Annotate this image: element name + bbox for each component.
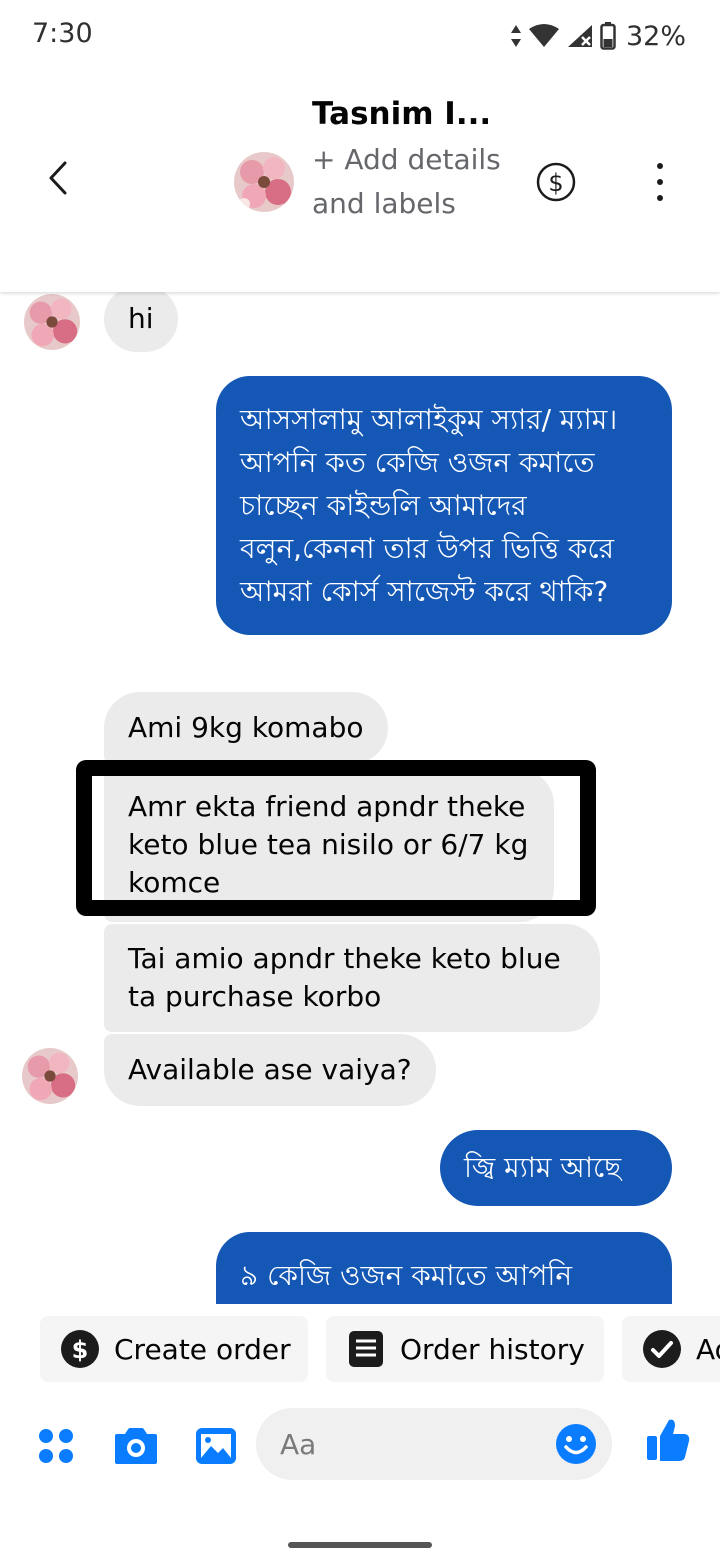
message-composer	[0, 1396, 720, 1496]
flower-avatar-image	[22, 1048, 78, 1104]
check-circle-icon	[642, 1329, 682, 1369]
like-button[interactable]	[644, 1416, 692, 1464]
cell-signal-icon	[567, 25, 592, 47]
outgoing-message[interactable]: ৯ কেজি ওজন কমাতে আপনি	[216, 1232, 672, 1304]
contact-name[interactable]: Tasnim I...	[312, 96, 491, 132]
flower-avatar-image	[24, 294, 80, 350]
gallery-icon	[196, 1428, 236, 1464]
dollar-circle-icon: $	[60, 1329, 100, 1369]
svg-text:$: $	[548, 169, 563, 197]
payment-button[interactable]: $	[534, 160, 578, 204]
emoji-icon	[556, 1424, 596, 1464]
incoming-message[interactable]: Available ase vaiya?	[104, 1034, 436, 1106]
more-vertical-icon	[657, 163, 663, 169]
add-details-link[interactable]: + Add details and labels	[312, 138, 512, 226]
incoming-message[interactable]: Ami 9kg komabo	[104, 692, 388, 764]
quick-actions-bar[interactable]: $ Create order Order history Ad	[0, 1304, 720, 1396]
back-button[interactable]	[30, 150, 86, 206]
create-order-label: Create order	[114, 1332, 291, 1366]
more-options-button[interactable]	[640, 158, 680, 206]
svg-text:$: $	[72, 1336, 89, 1364]
contact-avatar-small[interactable]	[24, 294, 80, 350]
battery-icon	[600, 22, 616, 50]
order-history-label: Order history	[400, 1332, 585, 1366]
ad-label: Ad	[696, 1332, 720, 1366]
incoming-message[interactable]: hi	[104, 292, 178, 352]
message-list[interactable]: hi আসসালামু আলাইকুম স্যার/ ম্যাম। আপনি ক…	[0, 292, 720, 1304]
incoming-message[interactable]: Tai amio apndr theke keto blue ta purcha…	[104, 924, 600, 1032]
highlight-annotation-box	[76, 760, 596, 916]
flower-avatar-image	[234, 152, 294, 212]
emoji-button[interactable]	[554, 1422, 598, 1466]
thumbs-up-icon	[647, 1419, 690, 1461]
chevron-left-icon	[49, 161, 67, 195]
contact-avatar-small[interactable]	[22, 1048, 78, 1104]
home-indicator[interactable]	[288, 1542, 432, 1548]
conversation-header: Tasnim I... + Add details and labels $	[0, 72, 720, 292]
create-order-chip[interactable]: $ Create order	[40, 1316, 308, 1382]
message-input[interactable]	[280, 1422, 540, 1466]
camera-button[interactable]	[112, 1422, 160, 1470]
apps-grid-icon	[39, 1429, 73, 1463]
receipt-list-icon	[346, 1329, 386, 1369]
ad-chip[interactable]: Ad	[622, 1316, 720, 1382]
outgoing-message[interactable]: জ্বি ম্যাম আছে	[440, 1130, 672, 1206]
wifi-icon	[528, 24, 559, 47]
message-input-field[interactable]	[256, 1408, 612, 1480]
battery-percent: 32%	[625, 20, 686, 52]
contact-avatar[interactable]	[234, 152, 294, 212]
status-icons: 32%	[510, 18, 686, 54]
data-arrows-icon	[510, 25, 521, 47]
status-bar: 7:30 32%	[0, 0, 720, 72]
dollar-circle-icon: $	[536, 162, 576, 202]
order-history-chip[interactable]: Order history	[326, 1316, 604, 1382]
gallery-button[interactable]	[192, 1422, 240, 1470]
status-time: 7:30	[32, 18, 93, 49]
apps-button[interactable]	[32, 1422, 80, 1470]
outgoing-message[interactable]: আসসালামু আলাইকুম স্যার/ ম্যাম। আপনি কত ক…	[216, 376, 672, 635]
camera-icon	[115, 1428, 157, 1464]
